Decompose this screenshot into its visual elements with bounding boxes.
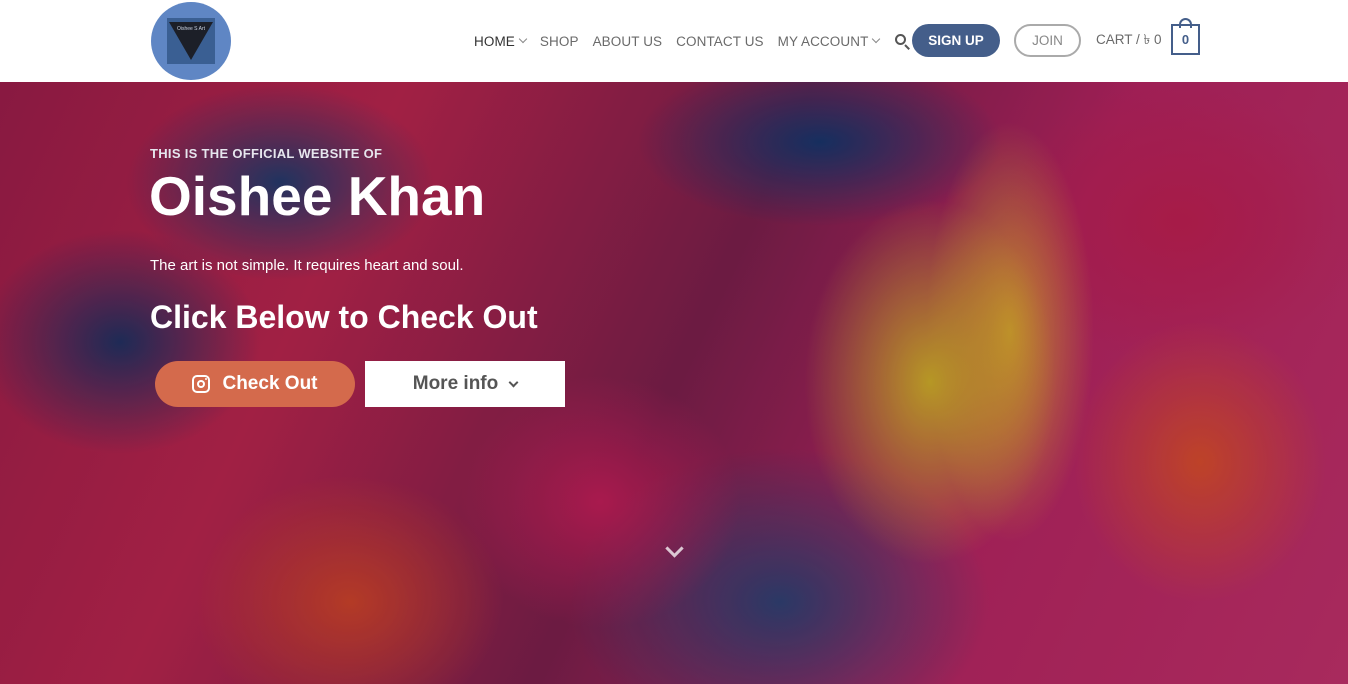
nav-item-label: CONTACT US [676, 33, 764, 49]
hero-title: Oishee Khan [149, 165, 486, 227]
hero-eyebrow: THIS IS THE OFFICIAL WEBSITE OF [150, 146, 383, 161]
site-header: Oishee S Art HOME SHOP ABOUT US CONTACT … [0, 0, 1348, 82]
nav-item-label: MY ACCOUNT [777, 33, 869, 49]
nav-item-home[interactable]: HOME [474, 33, 528, 49]
main-nav: HOME SHOP ABOUT US CONTACT US MY ACCOUNT [474, 0, 923, 82]
search-icon[interactable] [893, 32, 911, 50]
sign-up-button[interactable]: SIGN UP [912, 24, 1000, 57]
nav-item-label: SHOP [539, 33, 579, 49]
check-out-label: Check Out [222, 373, 318, 394]
more-info-button[interactable]: More info [365, 361, 565, 407]
cart-count-badge[interactable]: 0 [1171, 24, 1200, 55]
nav-item-label: ABOUT US [592, 33, 663, 49]
more-info-label: More info [412, 373, 499, 394]
nav-item-shop[interactable]: SHOP [540, 34, 579, 49]
hero-subhead: Click Below to Check Out [150, 299, 538, 335]
chevron-down-icon [872, 34, 881, 44]
chevron-down-icon [518, 34, 528, 44]
chevron-down-icon [508, 377, 519, 387]
chevron-down-icon[interactable] [664, 539, 686, 564]
nav-item-contact-us[interactable]: CONTACT US [676, 34, 764, 49]
join-button[interactable]: JOIN [1014, 24, 1081, 57]
instagram-icon [192, 375, 211, 393]
cart-link[interactable]: CART / ৳ 0 [1096, 24, 1162, 57]
logo-mark: Oishee S Art [167, 18, 215, 64]
hero-tagline: The art is not simple. It requires heart… [150, 257, 464, 274]
nav-item-label: HOME [474, 33, 515, 49]
check-out-button[interactable]: Check Out [155, 361, 355, 407]
nav-item-about-us[interactable]: ABOUT US [593, 34, 663, 49]
site-logo[interactable]: Oishee S Art [151, 2, 231, 80]
logo-text: Oishee S Art [176, 26, 206, 32]
nav-item-my-account[interactable]: MY ACCOUNT [777, 33, 881, 49]
